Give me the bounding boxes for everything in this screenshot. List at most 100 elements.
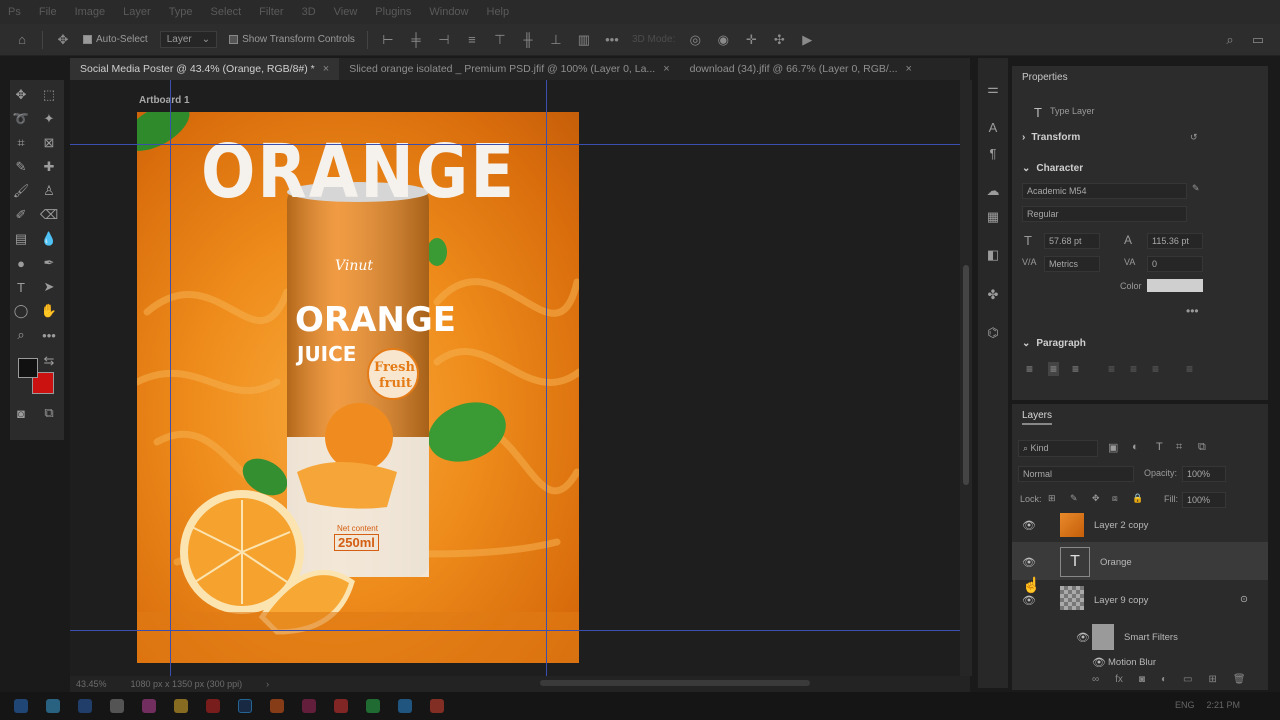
opacity-field[interactable]: 100% <box>1182 466 1226 482</box>
roll-icon[interactable]: ◉ <box>715 32 731 48</box>
tab-social-media-poster[interactable]: Social Media Poster @ 43.4% (Orange, RGB… <box>70 58 340 80</box>
healing-icon[interactable]: ✚ <box>40 158 58 176</box>
horizontal-scrollbar[interactable] <box>540 680 810 686</box>
more-tools-icon[interactable]: ••• <box>40 326 58 344</box>
justify-right-icon[interactable]: ≡ <box>1152 362 1159 376</box>
justify-center-icon[interactable]: ≡ <box>1130 362 1137 376</box>
clock[interactable]: 2:21 PM <box>1206 700 1240 710</box>
menu-ps[interactable]: Ps <box>8 6 21 18</box>
edge-icon[interactable] <box>46 699 60 713</box>
frame-icon[interactable]: ⊠ <box>40 134 58 152</box>
foreground-color-swatch[interactable] <box>18 358 38 378</box>
poster-artboard[interactable]: ORANGE Vinut ORANGE JUICE Fresh fruit Ne… <box>137 112 579 663</box>
guide-line[interactable] <box>546 80 547 676</box>
menu-3d[interactable]: 3D <box>302 6 316 18</box>
libraries-icon[interactable]: ☁ <box>984 182 1002 200</box>
magic-wand-icon[interactable]: ✦ <box>40 110 58 128</box>
eyedropper-icon[interactable]: ✎ <box>12 158 30 176</box>
swap-colors-icon[interactable]: ⇆ <box>40 352 58 370</box>
filter-adjustment-icon[interactable]: ◐ <box>1132 441 1139 453</box>
font-size-field[interactable]: 57.68 pt <box>1044 233 1100 249</box>
filter-shape-icon[interactable]: ⌗ <box>1176 441 1182 454</box>
artboard-label[interactable]: Artboard 1 <box>139 95 190 106</box>
close-icon[interactable]: × <box>323 63 329 75</box>
distribute-icon[interactable]: ≡ <box>464 32 480 48</box>
whatsapp-icon[interactable] <box>366 699 380 713</box>
move-tool-icon[interactable]: ✥ <box>55 32 71 48</box>
font-family-select[interactable]: Academic M54 <box>1022 183 1187 199</box>
trash-icon[interactable]: 🗑 <box>1233 674 1246 685</box>
visibility-eye-icon[interactable]: 👁 <box>1022 556 1036 569</box>
store-icon[interactable] <box>78 699 92 713</box>
filter-type-icon[interactable]: T <box>1156 441 1163 453</box>
layer-filter-kind[interactable]: ⌕ Kind <box>1018 440 1098 457</box>
filter-pixel-icon[interactable]: ▣ <box>1108 441 1118 454</box>
move-icon[interactable]: ✥ <box>12 86 30 104</box>
firefox-icon[interactable] <box>270 699 284 713</box>
adjustment-layer-icon[interactable]: ◐ <box>1161 674 1167 685</box>
brush-icon[interactable]: 🖌 <box>12 182 30 200</box>
auto-select-checkbox[interactable]: Auto-Select <box>83 34 148 45</box>
more-options-icon[interactable]: ••• <box>604 32 620 48</box>
pan-3d-icon[interactable]: ✛ <box>743 32 759 48</box>
link-icon[interactable]: ∞ <box>1092 674 1099 685</box>
hand-icon[interactable]: ✋ <box>40 302 58 320</box>
paragraph-icon[interactable]: ¶ <box>984 144 1002 162</box>
slide-3d-icon[interactable]: ✣ <box>771 32 787 48</box>
paths-icon[interactable]: ⌬ <box>984 324 1002 342</box>
align-middle-icon[interactable]: ╫ <box>520 32 536 48</box>
layers-title[interactable]: Layers <box>1022 410 1053 425</box>
vertical-scrollbar[interactable] <box>960 80 972 676</box>
tab-download-34[interactable]: download (34).jfif @ 66.7% (Layer 0, RGB… <box>680 58 922 80</box>
language-indicator[interactable]: ENG <box>1175 700 1195 710</box>
gradients-icon[interactable]: ◧ <box>984 246 1002 264</box>
windows-start-icon[interactable] <box>14 699 28 713</box>
filter-smart-icon[interactable]: ⧉ <box>1198 441 1206 454</box>
justify-left-icon[interactable]: ≡ <box>1108 362 1115 376</box>
layer-row[interactable]: 👁 Layer 2 copy <box>1012 506 1268 544</box>
visibility-eye-icon[interactable]: 👁 <box>1092 656 1106 669</box>
marquee-icon[interactable]: ⬚ <box>40 86 58 104</box>
blend-mode-select[interactable]: Normal <box>1018 466 1134 482</box>
close-icon[interactable]: × <box>906 63 912 75</box>
browser-icon[interactable] <box>430 699 444 713</box>
video-icon[interactable]: ▶ <box>799 32 815 48</box>
menu-type[interactable]: Type <box>169 6 193 18</box>
dodge-icon[interactable]: ● <box>12 254 30 272</box>
menu-help[interactable]: Help <box>487 6 510 18</box>
search-icon[interactable]: ⌕ <box>1222 32 1238 48</box>
align-left-icon[interactable]: ≡ <box>1026 362 1033 376</box>
more-options-icon[interactable]: ••• <box>1186 304 1199 318</box>
mask-icon[interactable]: ◙ <box>1139 674 1145 685</box>
shape-icon[interactable]: ◯ <box>12 302 30 320</box>
pen-icon[interactable]: ✒ <box>40 254 58 272</box>
character-icon[interactable]: A <box>984 118 1002 136</box>
gradient-icon[interactable]: ▤ <box>12 230 30 248</box>
justify-all-icon[interactable]: ≡ <box>1186 362 1193 376</box>
lock-image-icon[interactable]: ✎ <box>1070 493 1078 504</box>
text-color-swatch[interactable] <box>1147 279 1203 292</box>
align-right-icon[interactable]: ⊣ <box>436 32 452 48</box>
crop-icon[interactable]: ⌗ <box>12 134 30 152</box>
align-left-icon[interactable]: ⊢ <box>380 32 396 48</box>
layer-row[interactable]: 👁 Layer 9 copy ⊙ <box>1012 580 1268 618</box>
paragraph-section[interactable]: ⌄ Paragraph <box>1022 338 1086 349</box>
path-select-icon[interactable]: ➤ <box>40 278 58 296</box>
align-center-icon[interactable]: ≡ <box>1048 362 1060 376</box>
smart-filters-row[interactable]: 👁 Smart Filters <box>1012 618 1268 656</box>
mail-icon[interactable] <box>110 699 124 713</box>
fx-icon[interactable]: fx <box>1115 674 1123 685</box>
blur-icon[interactable]: 💧 <box>40 230 58 248</box>
quick-mask-icon[interactable]: ◙ <box>12 404 30 422</box>
visibility-eye-icon[interactable]: 👁 <box>1076 631 1090 644</box>
menu-view[interactable]: View <box>334 6 358 18</box>
workspace-icon[interactable]: ▭ <box>1250 32 1266 48</box>
lock-all-icon[interactable]: 🔒 <box>1132 493 1143 504</box>
font-style-select[interactable]: Regular <box>1022 206 1187 222</box>
properties-icon[interactable]: ⚌ <box>984 80 1002 98</box>
canvas-area[interactable]: Artboard 1 ORANGE Vinut ORANGE JUICE Fre… <box>70 80 960 676</box>
distribute-vertical-icon[interactable]: ▥ <box>576 32 592 48</box>
type-icon[interactable]: T <box>12 278 30 296</box>
guide-line[interactable] <box>170 80 171 676</box>
adjustments-icon[interactable]: ✤ <box>984 286 1002 304</box>
